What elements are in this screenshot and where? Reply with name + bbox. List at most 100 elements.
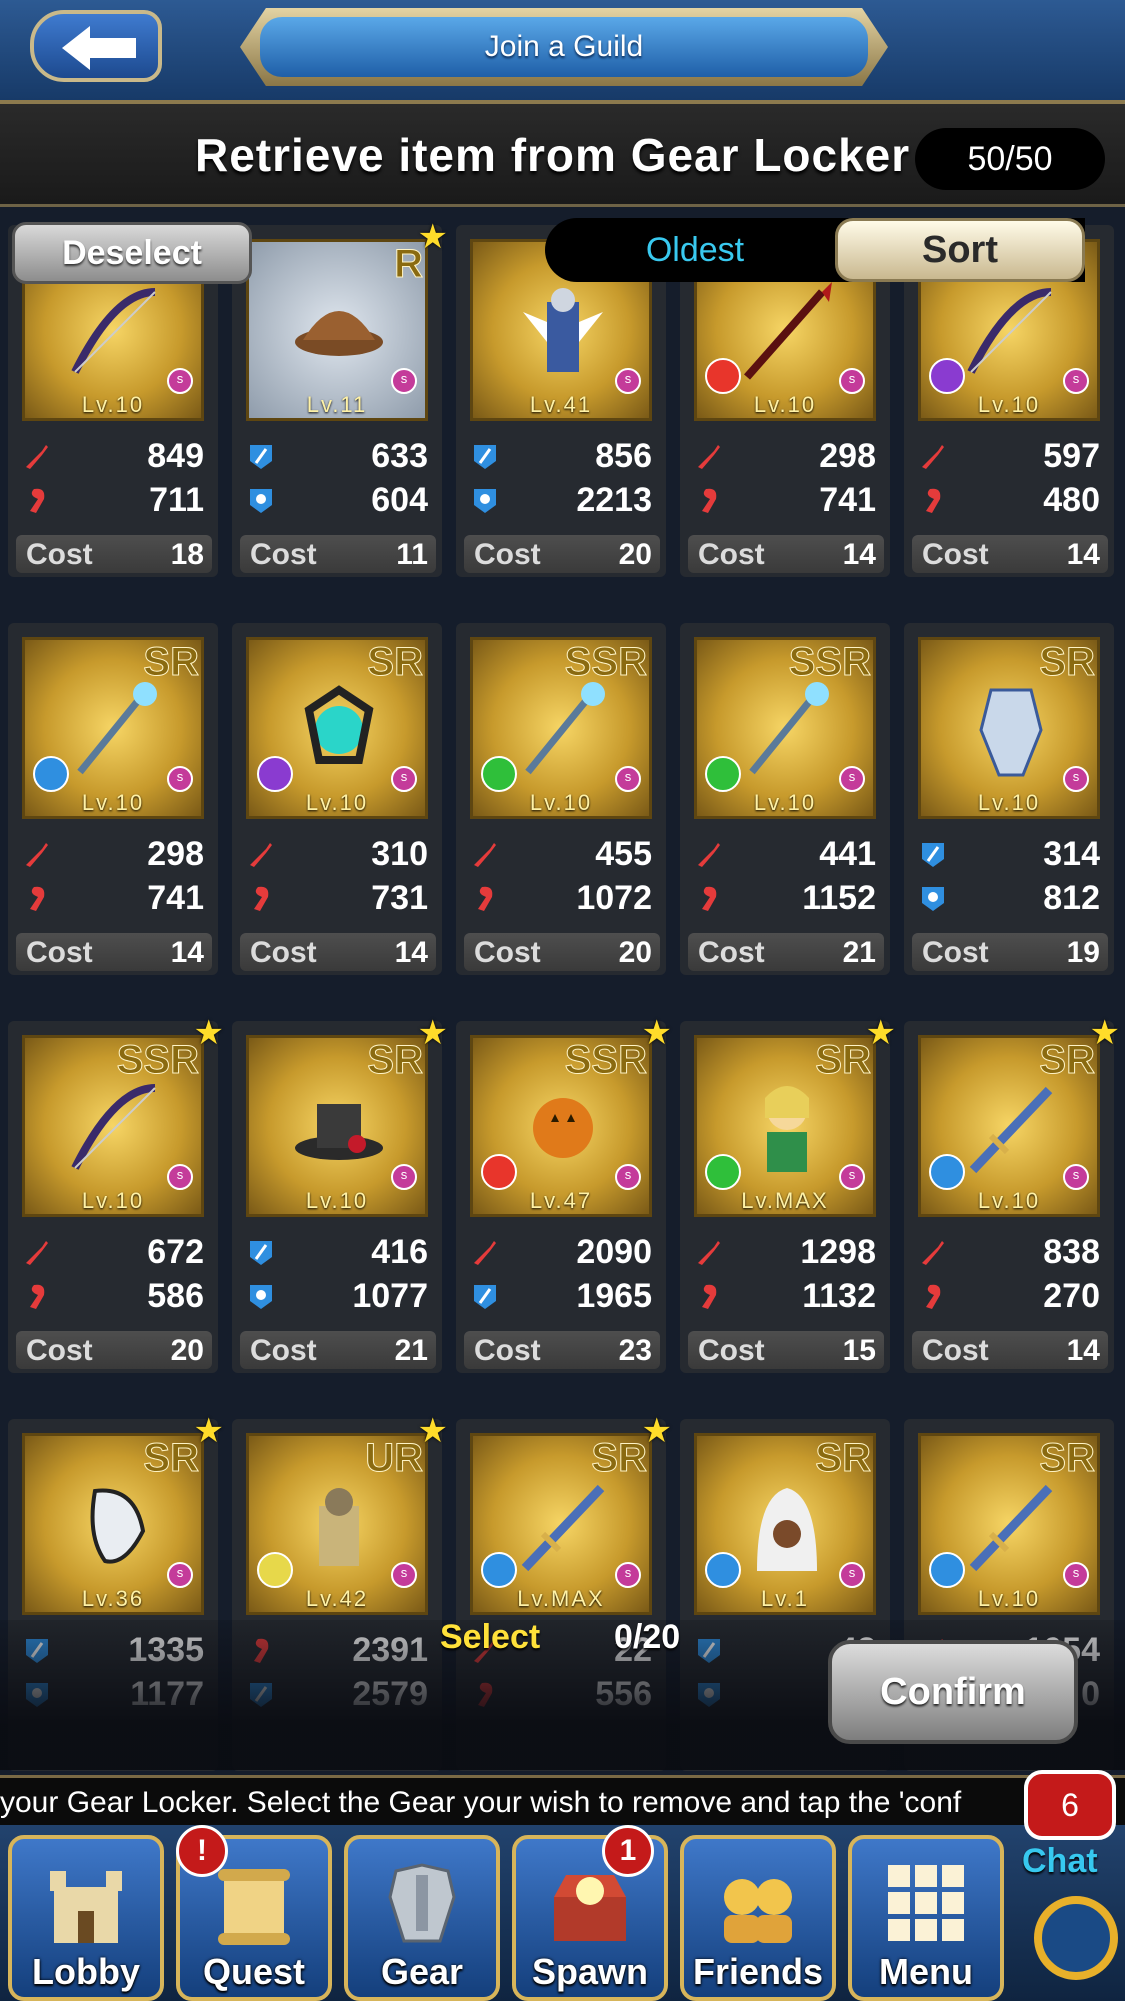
nav-lobby[interactable]: Lobby bbox=[8, 1835, 164, 2001]
spawn-count-badge: 1 bbox=[602, 1825, 654, 1877]
cost-bar: Cost 14 bbox=[912, 535, 1108, 573]
cap-art-icon bbox=[295, 311, 383, 356]
confirm-button[interactable]: Confirm bbox=[828, 1640, 1078, 1744]
nav-friends[interactable]: Friends bbox=[680, 1835, 836, 2001]
stat-value: 586 bbox=[147, 1277, 204, 1315]
gear-thumbnail: SSR s Lv.10 bbox=[22, 1035, 204, 1217]
gear-level: Lv.42 bbox=[305, 1586, 369, 1611]
stat-primary: 441 bbox=[694, 835, 884, 875]
fire-element-icon bbox=[481, 1154, 517, 1190]
gear-card[interactable]: SR s Lv.10 ★ 838 270 Cost 14 bbox=[904, 1014, 1120, 1373]
stat-value: 711 bbox=[149, 481, 204, 519]
magic-defense-icon bbox=[246, 1281, 276, 1311]
stat-secondary: 2213 bbox=[470, 481, 660, 521]
arrow-left-icon bbox=[62, 26, 136, 70]
stat-secondary: 1077 bbox=[246, 1277, 436, 1317]
skill-badge-icon: s bbox=[167, 766, 193, 792]
skill-badge-icon: s bbox=[391, 368, 417, 394]
rarity-label: SR bbox=[815, 1038, 872, 1083]
armor-art-icon bbox=[979, 688, 1043, 777]
join-guild-button[interactable]: Join a Guild bbox=[240, 8, 888, 86]
stat-primary: 1298 bbox=[694, 1233, 884, 1273]
cost-bar: Cost 21 bbox=[240, 1331, 436, 1369]
cost-bar: Cost 21 bbox=[688, 933, 884, 971]
favorite-star-icon: ★ bbox=[641, 1014, 672, 1052]
cost-label: Cost bbox=[474, 538, 541, 571]
stat-secondary: 1152 bbox=[694, 879, 884, 919]
nav-menu[interactable]: Menu bbox=[848, 1835, 1004, 2001]
chat-button[interactable]: 6 Chat bbox=[1022, 1770, 1125, 2001]
gear-thumbnail: SR s Lv.10 bbox=[22, 637, 204, 819]
gear-thumbnail: SR s Lv.10 bbox=[918, 1433, 1100, 1615]
nav-spawn[interactable]: Spawn 1 bbox=[512, 1825, 668, 2001]
gear-card[interactable]: SSR s Lv.10 455 1072 Cost 20 bbox=[456, 623, 666, 975]
stat-value: 633 bbox=[371, 437, 428, 475]
rarity-label: SR bbox=[1039, 1038, 1096, 1083]
stat-value: 838 bbox=[1043, 1233, 1100, 1271]
attack-icon bbox=[694, 839, 724, 869]
attack-icon bbox=[22, 839, 52, 869]
stat-value: 2213 bbox=[576, 481, 652, 519]
water-element-icon bbox=[929, 1552, 965, 1588]
stat-primary: 310 bbox=[246, 835, 436, 875]
stat-value: 298 bbox=[819, 437, 876, 475]
gear-card[interactable]: SSR s Lv.10 441 1152 Cost 21 bbox=[680, 623, 890, 975]
cost-label: Cost bbox=[26, 538, 93, 571]
deselect-button[interactable]: Deselect bbox=[12, 222, 252, 284]
stat-secondary: 741 bbox=[22, 879, 212, 919]
dark-element-icon bbox=[257, 756, 293, 792]
gear-card[interactable]: SR s Lv.MAX ★ 1298 1132 Cost 15 bbox=[680, 1014, 896, 1373]
stat-value: 455 bbox=[595, 835, 652, 873]
gear-card[interactable]: SR s Lv.10 298 741 Cost 14 bbox=[8, 623, 218, 975]
back-button[interactable] bbox=[30, 10, 162, 82]
gear-level: Lv.10 bbox=[977, 1188, 1041, 1213]
stat-primary: 838 bbox=[918, 1233, 1108, 1273]
friends-icon bbox=[724, 1879, 792, 1943]
grid-menu-icon bbox=[888, 1865, 964, 1941]
gear-card[interactable]: SR s Lv.10 310 731 Cost 14 bbox=[232, 623, 442, 975]
sort-button[interactable]: Sort bbox=[835, 218, 1085, 282]
stat-value: 314 bbox=[1043, 835, 1100, 873]
gear-level: Lv.47 bbox=[529, 1188, 593, 1213]
chat-unread-badge: 6 bbox=[1024, 1770, 1116, 1840]
gear-thumbnail: SR s Lv.10 bbox=[246, 1035, 428, 1217]
gear-card[interactable]: SR s Lv.10 ★ 416 1077 Cost 21 bbox=[232, 1014, 448, 1373]
favorite-star-icon: ★ bbox=[193, 1014, 224, 1052]
top-bar: Join a Guild bbox=[0, 0, 1125, 104]
cost-value: 14 bbox=[170, 936, 204, 969]
cost-bar: Cost 14 bbox=[688, 535, 884, 573]
gear-thumbnail: SR s Lv.36 bbox=[22, 1433, 204, 1615]
cost-label: Cost bbox=[26, 936, 93, 969]
stat-value: 856 bbox=[595, 437, 652, 475]
nav-quest[interactable]: Quest ! bbox=[176, 1825, 332, 2001]
stat-value: 2090 bbox=[576, 1233, 652, 1271]
stat-secondary: 586 bbox=[22, 1277, 212, 1317]
skill-badge-icon: s bbox=[615, 766, 641, 792]
stat-primary: 597 bbox=[918, 437, 1108, 477]
skill-badge-icon: s bbox=[1063, 368, 1089, 394]
gear-card[interactable]: SSR s Lv.10 ★ 672 586 Cost 20 bbox=[8, 1014, 224, 1373]
stat-primary: 633 bbox=[246, 437, 436, 477]
cost-label: Cost bbox=[474, 936, 541, 969]
rarity-label: SR bbox=[143, 640, 200, 685]
gear-card[interactable]: R s Lv.11 ★ 633 604 Cost 11 bbox=[232, 218, 448, 577]
gear-card[interactable]: SSR s Lv.47 ★ 2090 1965 Cost 23 bbox=[456, 1014, 672, 1373]
favorite-star-icon: ★ bbox=[417, 218, 448, 256]
defense-icon bbox=[246, 441, 276, 471]
refresh-icon[interactable] bbox=[1034, 1896, 1118, 1980]
gear-card[interactable]: SR s Lv.10 314 812 Cost 19 bbox=[904, 623, 1114, 975]
water-element-icon bbox=[705, 1552, 741, 1588]
scroll-icon bbox=[218, 1869, 290, 1945]
skill-badge-icon: s bbox=[1063, 766, 1089, 792]
sword-art-icon bbox=[521, 1484, 605, 1572]
favorite-star-icon: ★ bbox=[865, 1014, 896, 1052]
gear-level: Lv.MAX bbox=[741, 1188, 829, 1213]
wind-element-icon bbox=[705, 756, 741, 792]
stat-primary: 455 bbox=[470, 835, 660, 875]
stat-value: 812 bbox=[1043, 879, 1100, 917]
nav-gear[interactable]: Gear bbox=[344, 1835, 500, 2001]
select-count: 0/20 bbox=[614, 1618, 681, 1656]
cost-label: Cost bbox=[474, 1334, 541, 1367]
sort-mode-label[interactable]: Oldest bbox=[545, 218, 845, 282]
gear-thumbnail: R s Lv.11 bbox=[246, 239, 428, 421]
